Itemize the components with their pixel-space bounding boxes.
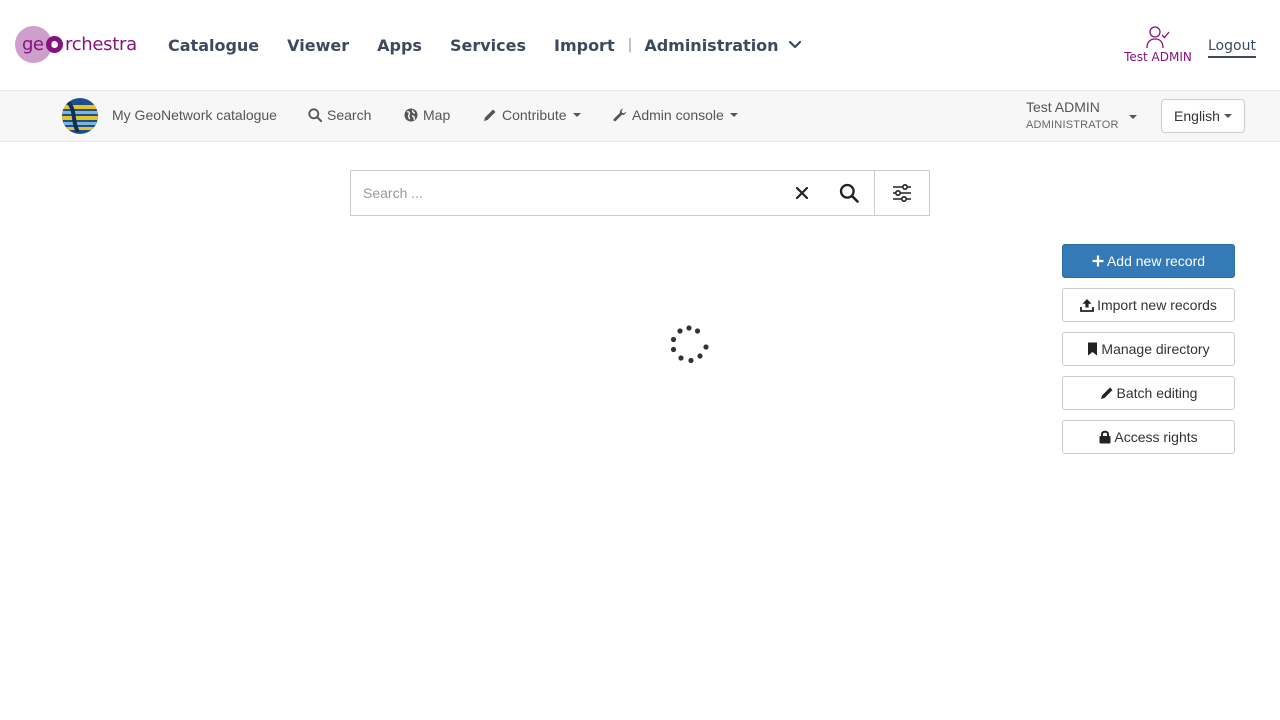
- nav-search-link[interactable]: Search: [308, 107, 371, 123]
- wrench-icon: [613, 108, 626, 122]
- catalogue-home-link[interactable]: My GeoNetwork catalogue: [112, 107, 277, 123]
- logo-o-ring: [46, 36, 63, 53]
- spinner-icon: [670, 325, 709, 364]
- gn-user-name: Test ADMIN: [1026, 99, 1100, 115]
- nav-viewer[interactable]: Viewer: [287, 36, 349, 55]
- import-new-records-button[interactable]: Import new records: [1062, 288, 1235, 322]
- manage-directory-label: Manage directory: [1101, 341, 1210, 357]
- search-icon: [308, 108, 322, 122]
- nav-contribute-label: Contribute: [502, 107, 567, 123]
- search-button[interactable]: [823, 170, 876, 216]
- nav-admin-console-label: Admin console: [632, 107, 724, 123]
- access-rights-button[interactable]: Access rights: [1062, 420, 1235, 454]
- geonetwork-logo[interactable]: [62, 98, 98, 134]
- globe-icon: [404, 108, 418, 122]
- logout-link[interactable]: Logout: [1208, 38, 1256, 58]
- import-new-records-label: Import new records: [1097, 297, 1217, 313]
- pencil-icon: [484, 109, 496, 121]
- nav-apps[interactable]: Apps: [377, 36, 422, 55]
- sliders-icon: [893, 184, 912, 202]
- plus-icon: [1092, 255, 1104, 267]
- nav-catalogue[interactable]: Catalogue: [168, 36, 259, 55]
- nav-services[interactable]: Services: [450, 36, 526, 55]
- logo-text-ge: ge: [22, 34, 44, 55]
- georchestra-logo[interactable]: ge rchestra: [15, 26, 145, 64]
- georchestra-header: ge rchestra Catalogue Viewer Apps Servic…: [0, 0, 1280, 90]
- advanced-filters-button[interactable]: [875, 170, 930, 216]
- gn-user-role: ADMINISTRATOR: [1026, 119, 1119, 131]
- access-rights-label: Access rights: [1114, 429, 1198, 445]
- add-new-record-label: Add new record: [1106, 253, 1206, 269]
- nav-map-label: Map: [423, 107, 451, 123]
- main-nav: Catalogue Viewer Apps Services Import | …: [168, 34, 801, 56]
- user-menu[interactable]: Test ADMIN: [1118, 24, 1198, 64]
- nav-administration-label: Administration: [644, 35, 779, 55]
- batch-editing-label: Batch editing: [1116, 385, 1198, 401]
- editor-actions-panel: Add new record Import new records Manage…: [1062, 244, 1235, 464]
- nav-contribute-dropdown[interactable]: Contribute: [483, 107, 581, 123]
- nav-search-label: Search: [327, 107, 372, 123]
- search-icon: [839, 183, 859, 203]
- nav-map-link[interactable]: Map: [404, 107, 450, 123]
- upload-icon: [1080, 299, 1094, 312]
- geonetwork-navbar: My GeoNetwork catalogue Search Map Contr…: [0, 90, 1280, 142]
- caret-down-icon: [729, 113, 738, 117]
- user-check-icon: [1146, 26, 1170, 49]
- add-new-record-button[interactable]: Add new record: [1062, 244, 1235, 278]
- nav-admin-console-dropdown[interactable]: Admin console: [613, 107, 738, 123]
- nav-separator: |: [627, 37, 633, 53]
- logo-text-rchestra: rchestra: [65, 34, 137, 55]
- caret-down-icon: [572, 113, 581, 117]
- gn-user-menu[interactable]: Test ADMIN ADMINISTRATOR: [1026, 99, 1119, 131]
- bookmark-icon: [1088, 342, 1098, 356]
- manage-directory-button[interactable]: Manage directory: [1062, 332, 1235, 366]
- nav-import[interactable]: Import: [554, 36, 615, 55]
- chevron-down-icon: [788, 41, 801, 49]
- search-input[interactable]: [350, 170, 824, 216]
- header-user-name: Test ADMIN: [1124, 50, 1192, 64]
- batch-editing-button[interactable]: Batch editing: [1062, 376, 1235, 410]
- close-icon: [796, 187, 808, 199]
- caret-down-icon[interactable]: [1129, 115, 1137, 119]
- caret-down-icon: [1223, 114, 1232, 118]
- search-bar: [350, 170, 930, 216]
- lock-icon: [1099, 430, 1111, 444]
- nav-administration-dropdown[interactable]: Administration: [644, 35, 801, 55]
- language-dropdown[interactable]: English: [1161, 99, 1245, 133]
- language-label: English: [1174, 108, 1220, 124]
- pencil-icon: [1100, 387, 1113, 399]
- clear-search-button[interactable]: [780, 170, 824, 216]
